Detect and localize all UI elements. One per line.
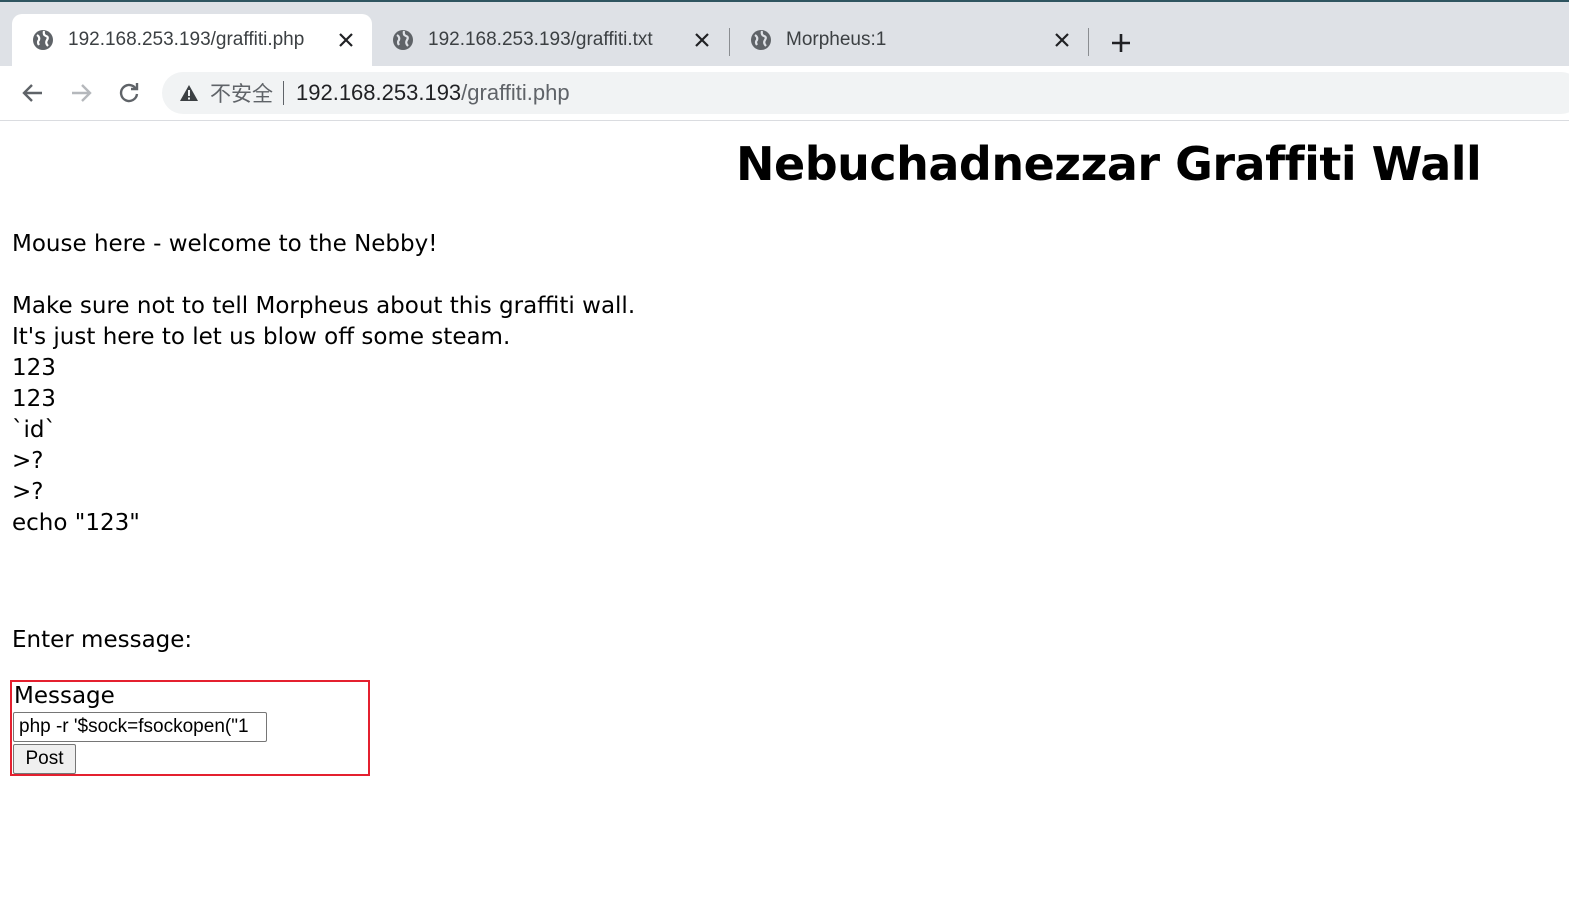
wall-line: echo "123"	[12, 510, 140, 536]
forward-button[interactable]	[66, 78, 96, 108]
tab-graffiti-txt[interactable]: 192.168.253.193/graffiti.txt	[372, 14, 728, 66]
tab-title: Morpheus:1	[786, 29, 887, 50]
wall-line: Make sure not to tell Morpheus about thi…	[12, 293, 636, 319]
post-button[interactable]: Post	[13, 744, 76, 774]
message-input[interactable]	[13, 712, 267, 742]
browser-toolbar: 不安全 192.168.253.193/graffiti.php	[0, 66, 1569, 121]
tab-separator	[1088, 28, 1089, 56]
globe-icon	[392, 29, 414, 51]
globe-icon	[750, 29, 772, 51]
close-icon[interactable]	[334, 28, 358, 52]
url-host: 192.168.253.193	[296, 80, 462, 105]
tab-title: 192.168.253.193/graffiti.txt	[428, 29, 653, 50]
tab-morpheus[interactable]: Morpheus:1	[730, 14, 1088, 66]
close-icon[interactable]	[1050, 28, 1074, 52]
wall-line: 123	[12, 386, 56, 412]
back-button[interactable]	[18, 78, 48, 108]
close-icon[interactable]	[690, 28, 714, 52]
enter-message-label: Enter message:	[12, 627, 193, 653]
tab-graffiti-php[interactable]: 192.168.253.193/graffiti.php	[12, 14, 372, 66]
wall-line: 123	[12, 355, 56, 381]
message-label: Message	[14, 683, 115, 709]
page-title: Nebuchadnezzar Graffiti Wall	[736, 137, 1482, 191]
wall-line: `id`	[12, 417, 56, 443]
wall-line: It's just here to let us blow off some s…	[12, 324, 511, 350]
welcome-text: Mouse here - welcome to the Nebby!	[12, 231, 438, 257]
tab-strip: 192.168.253.193/graffiti.php 192.168.253…	[0, 2, 1569, 66]
arrow-left-icon	[22, 84, 42, 102]
wall-line: >?	[12, 479, 44, 505]
arrow-right-icon	[72, 84, 92, 102]
page-content: Nebuchadnezzar Graffiti Wall Mouse here …	[0, 121, 1569, 901]
security-label[interactable]: 不安全	[210, 78, 273, 108]
globe-icon	[32, 29, 54, 51]
tab-title: 192.168.253.193/graffiti.php	[68, 29, 305, 50]
address-bar[interactable]: 不安全 192.168.253.193/graffiti.php	[162, 72, 1569, 114]
message-form: Message Post	[10, 680, 370, 776]
url-path: /graffiti.php	[461, 80, 570, 105]
plus-icon	[1112, 34, 1130, 52]
address-divider	[283, 81, 284, 105]
reload-button[interactable]	[114, 78, 144, 108]
warning-icon[interactable]	[178, 82, 200, 104]
wall-line: >?	[12, 448, 44, 474]
reload-icon	[119, 83, 139, 103]
new-tab-button[interactable]	[1106, 28, 1136, 58]
